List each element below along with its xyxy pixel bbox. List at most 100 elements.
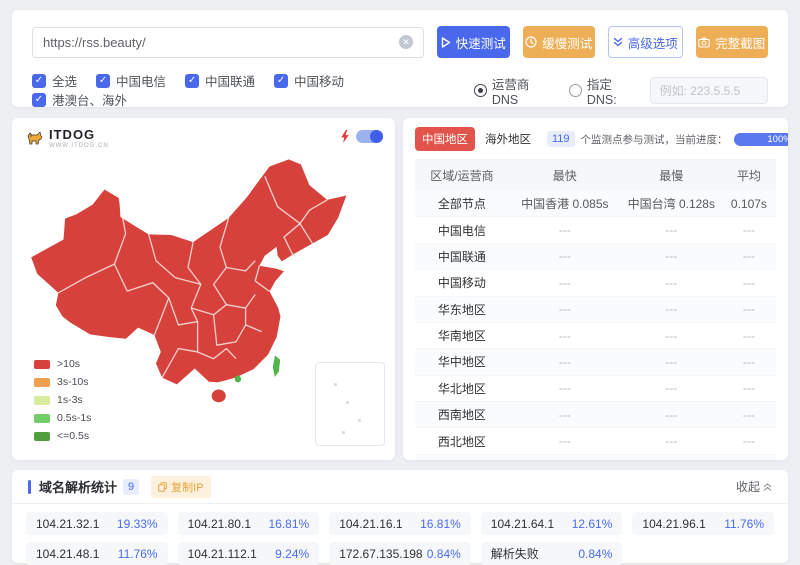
legend-label: 3s-10s: [57, 376, 89, 388]
taiwan-island: [273, 355, 280, 377]
row-value: ---: [621, 322, 722, 348]
results-table-body: 全部节点中国香港 0.085s中国台湾 0.128s0.107s中国电信----…: [415, 191, 776, 460]
row-label: 西南地区: [415, 402, 509, 428]
table-row: 全部节点中国香港 0.085s中国台湾 0.128s0.107s: [415, 191, 776, 217]
map-legend: >10s3s-10s1s-3s0.5s-1s<=0.5s: [34, 352, 91, 442]
row-label: 中国电信: [415, 217, 509, 243]
ip-stat-item[interactable]: 104.21.32.119.33%: [26, 512, 168, 535]
radio-custom-dns[interactable]: 指定DNS:: [569, 74, 639, 107]
legend-item: 3s-10s: [34, 376, 91, 388]
checkbox-checked-icon: ✓: [274, 74, 288, 88]
table-row: 华南地区---------: [415, 322, 776, 348]
tab-china-region[interactable]: 中国地区: [415, 127, 475, 151]
ip-address: 104.21.16.1: [339, 517, 402, 531]
checkbox-china-unicom[interactable]: ✓中国联通: [185, 71, 255, 90]
row-value: ---: [621, 454, 722, 460]
advanced-options-button[interactable]: 高级选项: [608, 26, 683, 58]
legend-item: 0.5s-1s: [34, 412, 91, 424]
row-label: 华北地区: [415, 375, 509, 401]
radio-selected-icon: [474, 84, 487, 97]
row-value: ---: [509, 270, 621, 296]
realtime-toggle[interactable]: [356, 130, 383, 143]
row-value: ---: [509, 217, 621, 243]
row-value: ---: [621, 428, 722, 454]
fast-test-button[interactable]: 快速测试: [437, 26, 510, 58]
ip-percentage: 11.76%: [118, 547, 158, 561]
row-value: 中国香港 0.085s: [509, 191, 621, 217]
row-value: ---: [722, 402, 776, 428]
row-value: ---: [509, 243, 621, 269]
ip-percentage: 16.81%: [420, 517, 461, 531]
ip-stat-item[interactable]: 104.21.96.1 11.76%: [632, 512, 774, 535]
row-value: ---: [722, 428, 776, 454]
dns-stats-title: 域名解析统计: [39, 477, 117, 496]
row-value: ---: [621, 375, 722, 401]
collapse-button[interactable]: 收起: [736, 478, 772, 495]
ip-percentage: 11.76%: [724, 517, 764, 531]
row-label: 华中地区: [415, 349, 509, 375]
checkbox-hmt-overseas[interactable]: ✓ 港澳台、海外: [32, 90, 127, 109]
map-panel-card: ITDOG WWW.ITDOG.CN: [12, 118, 395, 460]
test-toolbar-card: https://rss.beauty/ ✕ 快速测试 缓慢测试 高级选项 完整截…: [12, 10, 788, 107]
ip-stat-item[interactable]: 解析失败0.84%: [481, 542, 623, 565]
table-row: 西北地区---------: [415, 428, 776, 454]
ip-stat-item[interactable]: 104.21.112.19.24%: [178, 542, 320, 565]
progress-bar: 100%: [734, 133, 788, 146]
ip-address: 172.67.135.198: [339, 547, 422, 561]
copy-ip-button[interactable]: 复制IP: [151, 476, 210, 498]
row-value: ---: [621, 296, 722, 322]
table-row: 中国电信---------: [415, 217, 776, 243]
double-chevron-up-icon: [763, 482, 772, 492]
table-header-row: 区域/运营商 最快 最慢 平均: [415, 160, 776, 191]
ip-stat-item[interactable]: 104.21.48.1 11.76%: [26, 542, 168, 565]
tab-overseas-region[interactable]: 海外地区: [481, 127, 535, 151]
row-value: ---: [509, 296, 621, 322]
title-accent-bar: [28, 480, 31, 494]
row-label: 中国联通: [415, 243, 509, 269]
ip-address: 104.21.48.1: [36, 547, 99, 561]
clear-url-icon[interactable]: ✕: [399, 35, 413, 49]
ip-stat-item[interactable]: 104.21.80.116.81%: [178, 512, 320, 535]
row-value: ---: [722, 349, 776, 375]
row-value: ---: [722, 454, 776, 460]
results-panel-card: 中国地区 海外地区 119 个监测点参与测试，当前进度： 100% 区域/运营商…: [403, 118, 788, 460]
checkbox-label: 中国电信: [116, 71, 166, 90]
checkbox-china-mobile[interactable]: ✓中国移动: [274, 71, 344, 90]
checkbox-select-all[interactable]: ✓全选: [32, 71, 77, 90]
legend-item: <=0.5s: [34, 430, 91, 442]
checkbox-label: 全选: [52, 71, 77, 90]
row-value: ---: [621, 243, 722, 269]
table-row: 中国联通---------: [415, 243, 776, 269]
row-value: ---: [722, 296, 776, 322]
full-screenshot-button[interactable]: 完整截图: [696, 26, 769, 58]
table-row: 西南地区---------: [415, 402, 776, 428]
slow-test-button[interactable]: 缓慢测试: [523, 26, 596, 58]
checkbox-checked-icon: ✓: [96, 74, 110, 88]
custom-dns-input[interactable]: 例如: 223.5.5.5: [650, 77, 768, 104]
checkbox-checked-icon: ✓: [32, 93, 46, 107]
ip-address: 104.21.96.1: [642, 517, 705, 531]
dns-radio-group: 运营商DNS 指定DNS: 例如: 223.5.5.5: [464, 74, 768, 107]
clock-icon: [525, 36, 537, 48]
ip-stat-item[interactable]: 104.21.16.1 16.81%: [329, 512, 471, 535]
row-label: 中国移动: [415, 270, 509, 296]
ip-percentage: 12.61%: [572, 517, 613, 531]
dns-stats-card: 域名解析统计 9 复制IP 收起 104.21.32.119.33%104.21…: [12, 470, 788, 563]
ip-stat-item[interactable]: 104.21.64.112.61%: [481, 512, 623, 535]
play-icon: [441, 37, 451, 48]
row-value: ---: [621, 270, 722, 296]
dog-icon: [26, 130, 45, 147]
hainan-island: [212, 389, 226, 402]
row-label: 东北地区: [415, 454, 509, 460]
ip-stat-item[interactable]: 172.67.135.1980.84%: [329, 542, 471, 565]
checkbox-label: 港澳台、海外: [52, 90, 127, 109]
checkbox-group: ✓全选✓中国电信✓中国联通✓中国移动✓港澳台、海外: [32, 71, 464, 109]
checkbox-china-telecom[interactable]: ✓ 中国电信: [96, 71, 166, 90]
legend-swatch: [34, 378, 50, 387]
row-value: ---: [722, 322, 776, 348]
legend-label: 0.5s-1s: [57, 412, 91, 424]
radio-isp-dns[interactable]: 运营商DNS: [474, 74, 553, 107]
row-value: ---: [509, 349, 621, 375]
legend-swatch: [34, 396, 50, 405]
url-input[interactable]: https://rss.beauty/ ✕: [32, 27, 424, 58]
